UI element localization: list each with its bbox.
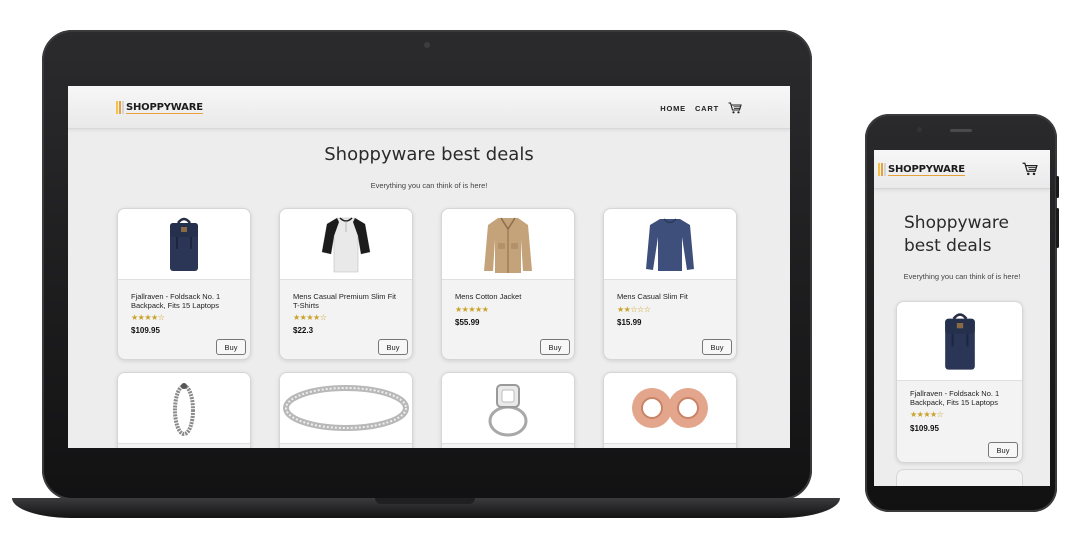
logo-text: SHOPPYWARE <box>126 101 203 114</box>
phone-side-button <box>1056 176 1059 198</box>
site-header: SHOPPYWARE HOME CART <box>68 86 790 129</box>
bracelet-icon <box>173 383 195 436</box>
diamond-ring-icon <box>488 384 528 437</box>
nav-home-link[interactable]: HOME <box>660 104 686 113</box>
product-card[interactable]: Mens Casual Slim Fit ★★☆☆☆ $15.99 Buy <box>603 208 737 360</box>
product-name[interactable]: Fjallraven - Foldsack No. 1 Backpack, Fi… <box>131 292 239 310</box>
mobile-title-line-2: best deals <box>904 236 992 256</box>
product-price: $15.99 <box>617 318 642 327</box>
product-name[interactable]: Mens Casual Slim Fit <box>617 292 725 301</box>
phone-speaker <box>950 129 972 132</box>
laptop-notch <box>375 498 475 504</box>
product-image-raglan-shirt[interactable] <box>280 209 412 280</box>
product-image-backpack[interactable] <box>118 209 250 280</box>
product-image-diamond-ring[interactable] <box>442 373 574 444</box>
rating-stars: ★★★★☆ <box>293 313 327 322</box>
backpack-icon <box>170 217 198 271</box>
site-logo[interactable]: SHOPPYWARE <box>116 101 203 114</box>
rating-stars: ★★★★☆ <box>131 313 165 322</box>
product-card[interactable] <box>603 372 737 448</box>
phone-camera <box>917 127 922 132</box>
logo-mark-icon <box>878 163 886 176</box>
product-rating: ★★☆☆☆ <box>617 305 651 314</box>
buy-button[interactable]: Buy <box>702 339 732 355</box>
product-card[interactable]: Mens Casual Premium Slim Fit T-Shirts ★★… <box>279 208 413 360</box>
rating-stars: ★★☆☆☆ <box>617 305 651 314</box>
cart-icon[interactable] <box>1022 162 1038 176</box>
logo-mark-icon <box>116 101 124 114</box>
product-image-backpack[interactable] <box>897 302 1022 381</box>
product-image-bracelet[interactable] <box>118 373 250 444</box>
product-image-long-sleeve[interactable] <box>604 209 736 280</box>
main-nav: HOME CART <box>660 102 742 114</box>
product-card[interactable] <box>441 372 575 448</box>
buy-button[interactable]: Buy <box>540 339 570 355</box>
product-image-jacket[interactable] <box>442 209 574 280</box>
product-card[interactable] <box>279 372 413 448</box>
backpack-icon <box>944 313 975 370</box>
product-name[interactable]: Mens Casual Premium Slim Fit T-Shirts <box>293 292 401 310</box>
raglan-shirt-icon <box>321 217 371 273</box>
product-rating: ★★★★☆ <box>293 313 327 322</box>
mobile-page-title: Shoppyware best deals <box>904 212 1044 258</box>
cart-icon[interactable] <box>728 102 742 114</box>
product-price: $22.3 <box>293 326 314 335</box>
rating-stars: ★★★★★ <box>455 305 489 314</box>
product-image-ring-band[interactable] <box>280 373 412 444</box>
ring-band-icon <box>283 385 409 431</box>
mobile-header: SHOPPYWARE <box>874 150 1050 189</box>
laptop-camera <box>424 42 430 48</box>
product-rating: ★★★★☆ <box>131 313 165 322</box>
rose-gold-plugs-icon <box>632 388 708 428</box>
product-price: $55.99 <box>455 318 480 327</box>
product-price: $109.95 <box>910 424 939 433</box>
mobile-site-logo[interactable]: SHOPPYWARE <box>878 163 965 176</box>
rating-stars: ★★★★☆ <box>910 410 944 419</box>
phone-screen: SHOPPYWARE Shoppyware best deals Everyth… <box>874 150 1050 486</box>
nav-cart-link[interactable]: CART <box>695 104 719 113</box>
logo-text: SHOPPYWARE <box>888 163 965 176</box>
buy-button[interactable]: Buy <box>378 339 408 355</box>
laptop-screen: SHOPPYWARE HOME CART Shoppyware best dea… <box>68 86 790 448</box>
buy-button[interactable]: Buy <box>988 442 1018 458</box>
long-sleeve-shirt-icon <box>646 218 694 271</box>
mobile-page-subtitle: Everything you can think of is here! <box>903 272 1021 281</box>
jacket-icon <box>484 217 532 273</box>
product-name[interactable]: Mens Cotton Jacket <box>455 292 563 301</box>
product-image-rose-gold-plugs[interactable] <box>604 373 736 444</box>
page-title: Shoppyware best deals <box>324 144 534 165</box>
product-card[interactable]: Fjallraven - Foldsack No. 1 Backpack, Fi… <box>117 208 251 360</box>
product-card[interactable]: Mens Cotton Jacket ★★★★★ $55.99 Buy <box>441 208 575 360</box>
page-subtitle: Everything you can think of is here! <box>370 181 488 190</box>
product-name[interactable]: Fjallraven - Foldsack No. 1 Backpack, Fi… <box>910 389 1010 407</box>
buy-button[interactable]: Buy <box>216 339 246 355</box>
mobile-product-card[interactable]: Fjallraven - Foldsack No. 1 Backpack, Fi… <box>896 301 1023 463</box>
mobile-title-line-1: Shoppyware <box>904 213 1010 233</box>
product-rating: ★★★★★ <box>455 305 489 314</box>
product-price: $109.95 <box>131 326 160 335</box>
product-card[interactable] <box>117 372 251 448</box>
mobile-product-card[interactable] <box>896 469 1023 486</box>
phone-volume-button <box>1056 208 1059 248</box>
